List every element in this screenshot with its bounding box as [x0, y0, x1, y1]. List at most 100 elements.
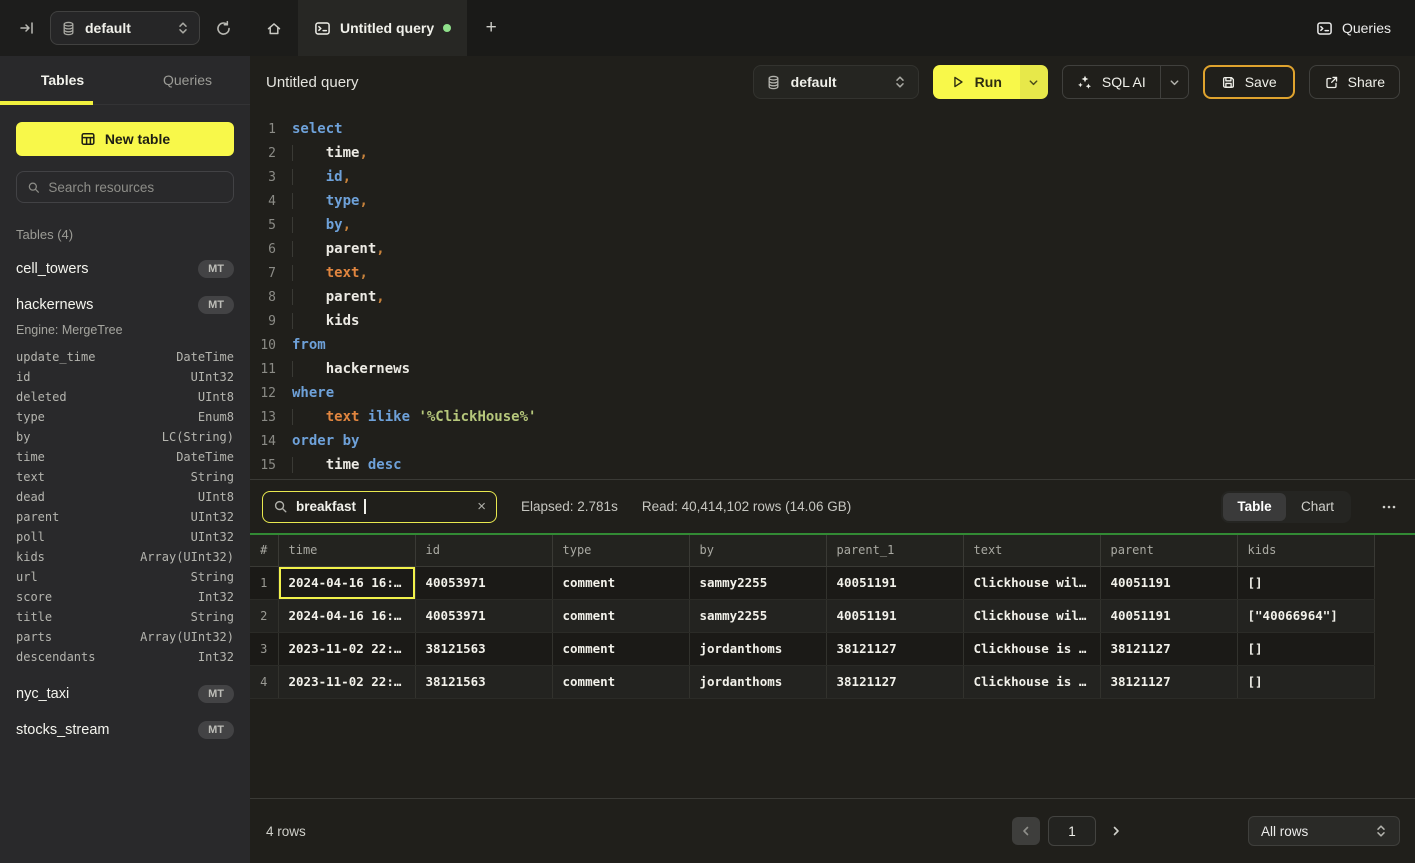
cell-kids[interactable]: [] — [1237, 632, 1374, 665]
cell-time[interactable]: 2023-11-02 22:56… — [278, 632, 415, 665]
code-line[interactable]: 15 time desc — [250, 453, 1415, 477]
share-button[interactable]: Share — [1309, 65, 1400, 99]
refresh-icon[interactable] — [210, 15, 236, 41]
sidebar-tab-queries[interactable]: Queries — [125, 56, 250, 104]
run-button[interactable]: Run — [933, 65, 1020, 99]
page-size-selector[interactable]: All rows — [1248, 816, 1400, 846]
code-line[interactable]: 9 kids — [250, 309, 1415, 333]
clear-search-icon[interactable]: × — [477, 498, 486, 515]
column-header-type[interactable]: type — [552, 535, 689, 566]
run-options-button[interactable] — [1020, 65, 1048, 99]
cell-id[interactable]: 40053971 — [415, 599, 552, 632]
cell-kids[interactable]: ["40066964"] — [1237, 599, 1374, 632]
code-line[interactable]: 3 id, — [250, 165, 1415, 189]
code-line[interactable]: 7 text, — [250, 261, 1415, 285]
view-toggle-table[interactable]: Table — [1223, 493, 1286, 521]
column-row[interactable]: titleString — [16, 607, 234, 627]
cell-parent[interactable]: 40051191 — [1100, 566, 1237, 599]
code-line[interactable]: 10from — [250, 333, 1415, 357]
column-row[interactable]: idUInt32 — [16, 367, 234, 387]
tab-home[interactable] — [250, 0, 298, 56]
cell-parent[interactable]: 40051191 — [1100, 599, 1237, 632]
code-line[interactable]: 12where — [250, 381, 1415, 405]
cell-kids[interactable]: [] — [1237, 566, 1374, 599]
code-line[interactable]: 4 type, — [250, 189, 1415, 213]
cell-id[interactable]: 40053971 — [415, 566, 552, 599]
column-row[interactable]: kidsArray(UInt32) — [16, 547, 234, 567]
column-row[interactable]: textString — [16, 467, 234, 487]
cell-by[interactable]: jordanthoms — [689, 665, 826, 698]
cell-by[interactable]: sammy2255 — [689, 566, 826, 599]
code-line[interactable]: 6 parent, — [250, 237, 1415, 261]
results-search-input[interactable]: breakfast × — [262, 491, 497, 523]
sql-ai-button[interactable]: SQL AI — [1063, 66, 1160, 98]
cell-type[interactable]: comment — [552, 665, 689, 698]
cell-time[interactable]: 2023-11-02 22:56… — [278, 665, 415, 698]
cell-parent_1[interactable]: 38121127 — [826, 632, 963, 665]
cell-type[interactable]: comment — [552, 632, 689, 665]
cell-id[interactable]: 38121563 — [415, 632, 552, 665]
sidebar-search[interactable] — [16, 171, 234, 203]
tab-untitled-query[interactable]: Untitled query — [298, 0, 467, 56]
cell-type[interactable]: comment — [552, 566, 689, 599]
cell-kids[interactable]: [] — [1237, 665, 1374, 698]
cell-parent[interactable]: 38121127 — [1100, 632, 1237, 665]
cell-time[interactable]: 2024-04-16 16:24… — [278, 599, 415, 632]
code-line[interactable]: 8 parent, — [250, 285, 1415, 309]
view-toggle-chart[interactable]: Chart — [1286, 493, 1349, 521]
column-row[interactable]: typeEnum8 — [16, 407, 234, 427]
sidebar-table-item[interactable]: nyc_taxiMT — [16, 685, 234, 703]
query-database-selector[interactable]: default — [753, 65, 919, 99]
page-number-input[interactable]: 1 — [1048, 816, 1096, 846]
prev-page-button[interactable] — [1012, 817, 1040, 845]
sidebar-table-item[interactable]: cell_towersMT — [16, 260, 234, 278]
column-header-parent[interactable]: parent — [1100, 535, 1237, 566]
sidebar-tab-tables[interactable]: Tables — [0, 56, 125, 104]
cell-parent_1[interactable]: 38121127 — [826, 665, 963, 698]
cell-by[interactable]: sammy2255 — [689, 599, 826, 632]
cell-text[interactable]: Clickhouse will … — [963, 599, 1100, 632]
collapse-sidebar-icon[interactable] — [14, 15, 40, 41]
column-header-index[interactable]: # — [250, 535, 278, 566]
column-header-text[interactable]: text — [963, 535, 1100, 566]
column-row[interactable]: scoreInt32 — [16, 587, 234, 607]
code-line[interactable]: 11 hackernews — [250, 357, 1415, 381]
selected-cell[interactable]: 2024-04-16 16:24… — [278, 566, 415, 599]
new-tab-button[interactable]: + — [467, 0, 515, 56]
column-row[interactable]: partsArray(UInt32) — [16, 627, 234, 647]
column-row[interactable]: update_timeDateTime — [16, 347, 234, 367]
cell-text[interactable]: Clickhouse is a … — [963, 665, 1100, 698]
code-line[interactable]: 2 time, — [250, 141, 1415, 165]
code-line[interactable]: 14order by — [250, 429, 1415, 453]
save-button[interactable]: Save — [1203, 65, 1295, 99]
sql-ai-options-button[interactable] — [1160, 66, 1188, 98]
column-row[interactable]: descendantsInt32 — [16, 647, 234, 667]
cell-text[interactable]: Clickhouse is a … — [963, 632, 1100, 665]
cell-parent_1[interactable]: 40051191 — [826, 599, 963, 632]
code-line[interactable]: 1select — [250, 117, 1415, 141]
cell-id[interactable]: 38121563 — [415, 665, 552, 698]
next-page-button[interactable] — [1104, 817, 1128, 845]
column-row[interactable]: deletedUInt8 — [16, 387, 234, 407]
column-row[interactable]: parentUInt32 — [16, 507, 234, 527]
more-options-icon[interactable] — [1375, 499, 1403, 515]
column-header-parent_1[interactable]: parent_1 — [826, 535, 963, 566]
column-row[interactable]: timeDateTime — [16, 447, 234, 467]
cell-parent_1[interactable]: 40051191 — [826, 566, 963, 599]
sidebar-table-item[interactable]: hackernewsMT — [16, 296, 234, 314]
queries-button[interactable]: Queries — [1292, 0, 1415, 56]
sql-editor[interactable]: 1select2 time,3 id,4 type,5 by,6 parent,… — [250, 108, 1415, 480]
column-header-id[interactable]: id — [415, 535, 552, 566]
code-line[interactable]: 5 by, — [250, 213, 1415, 237]
column-header-time[interactable]: time — [278, 535, 415, 566]
column-row[interactable]: urlString — [16, 567, 234, 587]
column-row[interactable]: pollUInt32 — [16, 527, 234, 547]
column-header-by[interactable]: by — [689, 535, 826, 566]
cell-by[interactable]: jordanthoms — [689, 632, 826, 665]
database-selector[interactable]: default — [50, 11, 200, 45]
cell-parent[interactable]: 38121127 — [1100, 665, 1237, 698]
cell-type[interactable]: comment — [552, 599, 689, 632]
sidebar-table-item[interactable]: stocks_streamMT — [16, 721, 234, 739]
new-table-button[interactable]: New table — [16, 122, 234, 156]
column-row[interactable]: deadUInt8 — [16, 487, 234, 507]
